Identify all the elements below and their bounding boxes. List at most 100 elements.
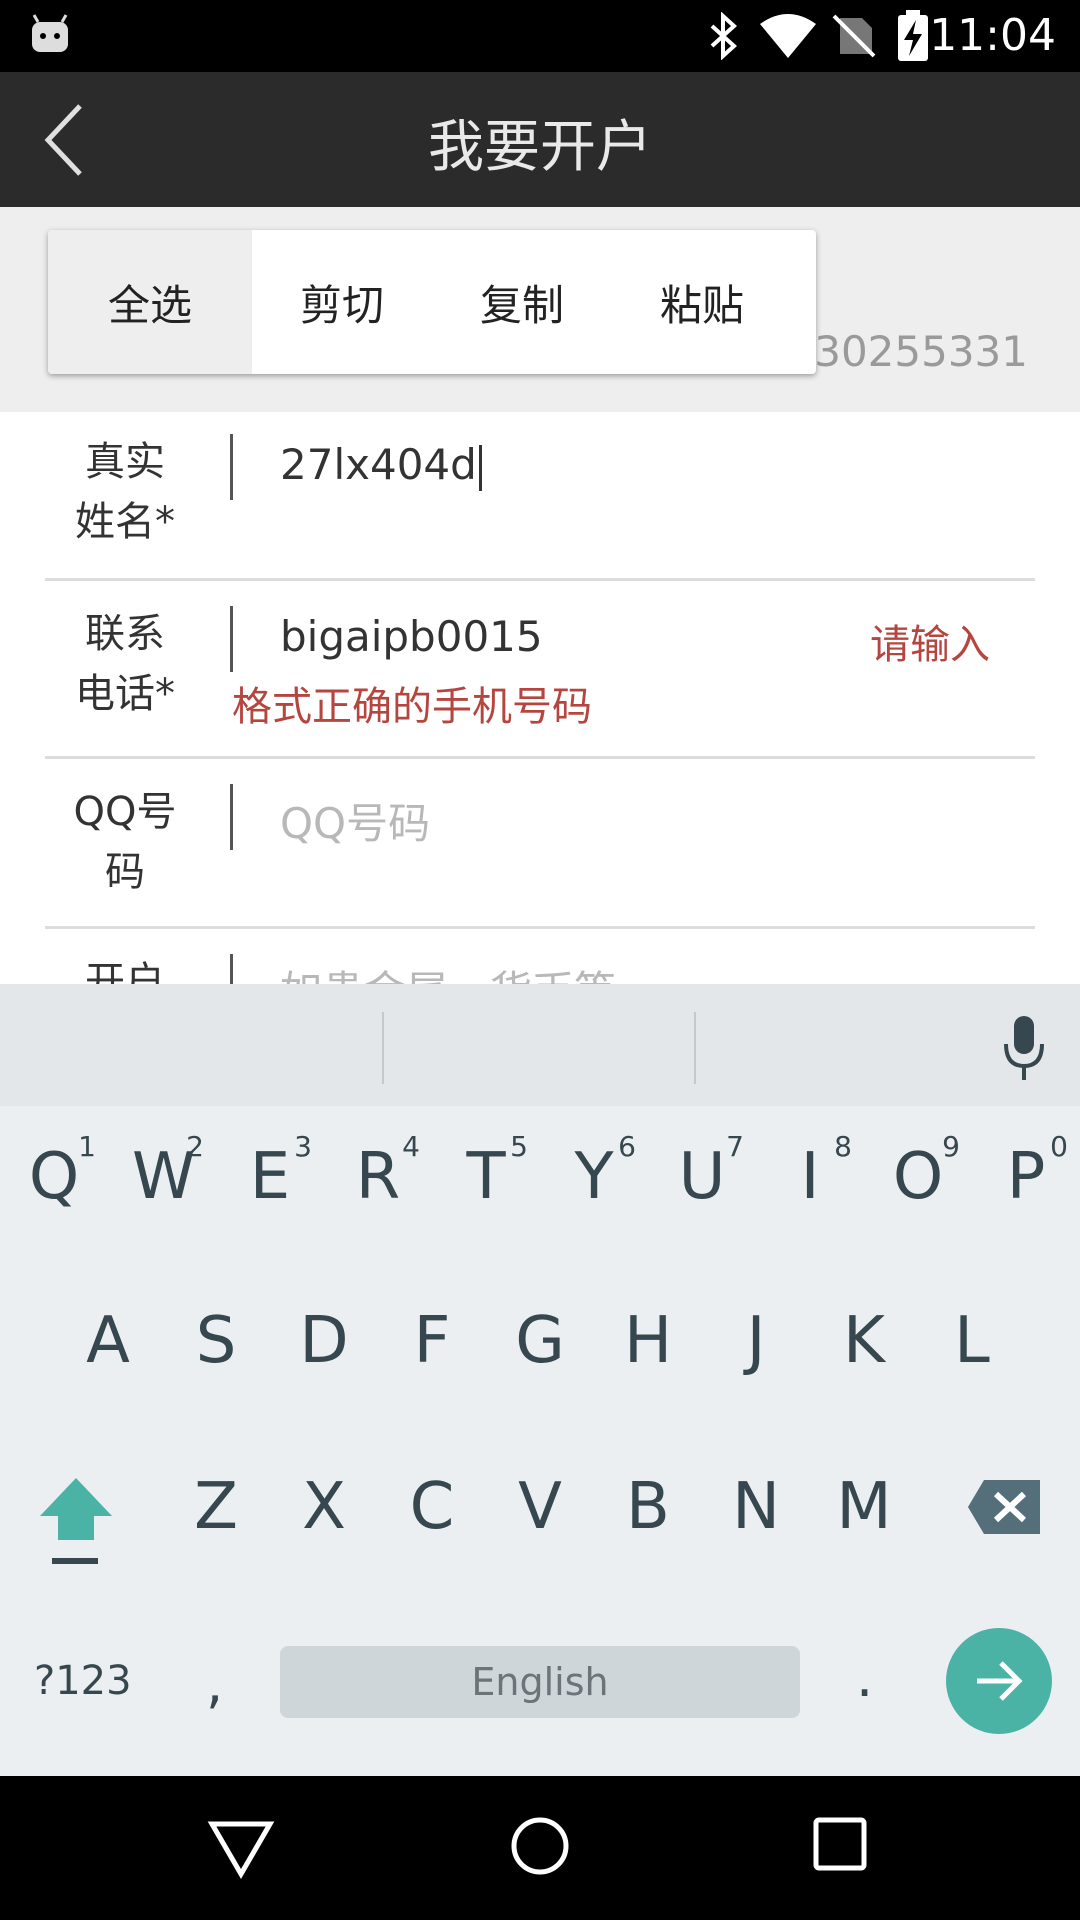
bluetooth-icon [710,12,737,60]
phone-label-line1: 联系 [85,611,165,657]
cut-button[interactable]: 剪切 [252,230,432,374]
key-x[interactable]: X [294,1470,354,1544]
select-all-button[interactable]: 全选 [48,230,252,374]
key-k[interactable]: K [834,1304,894,1378]
space-key[interactable]: English [280,1646,800,1718]
status-bar: 11:04 [0,0,1080,72]
key-o-label: O [892,1140,944,1214]
text-selection-menu: 全选 剪切 复制 粘贴 [48,230,816,374]
divider [230,606,233,672]
key-m-label: M [836,1470,892,1544]
account-form: 真实 姓名* 27lx404d 联系 电话* bigaipb0015 请输入 格… [0,412,1080,984]
divider [230,434,233,500]
key-j[interactable]: J [726,1304,786,1378]
back-nav-icon[interactable] [206,1816,276,1880]
key-p-label: P [1006,1140,1046,1214]
qq-label-line2: 码 [105,849,145,895]
key-y[interactable]: Y6 [564,1130,636,1214]
name-input[interactable]: 27lx404d [280,440,482,491]
key-s[interactable]: S [186,1304,246,1378]
divider [230,784,233,850]
shift-icon[interactable] [36,1474,116,1568]
copy-button[interactable]: 复制 [432,230,612,374]
key-l[interactable]: L [942,1304,1002,1378]
key-l-label: L [954,1304,990,1378]
key-p[interactable]: P0 [996,1130,1068,1214]
enter-key[interactable] [946,1628,1052,1734]
suggestion-divider [382,1012,384,1084]
key-g[interactable]: G [510,1304,570,1378]
key-g-label: G [515,1304,565,1378]
battery-charging-icon [898,10,928,61]
key-d[interactable]: D [294,1304,354,1378]
recents-nav-icon[interactable] [812,1816,868,1872]
account-type-label: 开户 [50,952,200,984]
qq-input[interactable]: QQ号码 [280,790,430,851]
key-n-label: N [732,1470,780,1544]
key-f[interactable]: F [402,1304,462,1378]
key-i[interactable]: I8 [780,1130,852,1214]
key-u[interactable]: U7 [672,1130,744,1214]
phone-error-text-cont: 格式正确的手机号码 [232,684,592,730]
row-separator [45,926,1035,929]
phone-input[interactable]: bigaipb0015 [280,612,543,661]
key-u-label: U [678,1140,726,1214]
key-e[interactable]: E3 [240,1130,312,1214]
name-label: 真实 姓名* [50,432,200,552]
key-c-label: C [409,1470,455,1544]
key-w[interactable]: W2 [132,1130,204,1214]
key-v[interactable]: V [510,1470,570,1544]
key-o[interactable]: O9 [888,1130,960,1214]
period-key[interactable]: . [856,1646,873,1709]
no-sim-icon [832,14,876,58]
key-x-label: X [302,1470,346,1544]
page-title: 我要开户 [428,115,652,180]
symbols-key[interactable]: ?123 [34,1658,132,1704]
key-s-label: S [195,1304,237,1378]
key-i-label: I [800,1140,820,1214]
key-c[interactable]: C [402,1470,462,1544]
app-header: 我要开户 [0,72,1080,207]
account-type-label-line1: 开户 [85,959,165,984]
key-o-hint: 9 [942,1130,960,1163]
key-h[interactable]: H [618,1304,678,1378]
key-r[interactable]: R4 [348,1130,420,1214]
key-p-hint: 0 [1050,1130,1068,1163]
key-b[interactable]: B [618,1470,678,1544]
key-n[interactable]: N [726,1470,786,1544]
key-q-hint: 1 [78,1130,96,1163]
key-b-label: B [626,1470,670,1544]
key-k-label: K [843,1304,885,1378]
key-w-hint: 2 [186,1130,204,1163]
microphone-icon[interactable] [998,1014,1050,1086]
key-z-label: Z [194,1470,238,1544]
wifi-icon [760,14,816,58]
phone-label: 联系 电话* [50,604,200,724]
key-r-hint: 4 [402,1130,420,1163]
key-t[interactable]: T5 [456,1130,528,1214]
key-t-label: T [466,1140,506,1214]
key-m[interactable]: M [834,1470,894,1544]
backspace-icon[interactable] [966,1478,1042,1536]
key-h-label: H [623,1304,673,1378]
key-z[interactable]: Z [186,1470,246,1544]
key-f-label: F [413,1304,451,1378]
comma-key[interactable]: , [206,1652,223,1715]
key-j-label: J [746,1304,766,1378]
android-icon [32,14,68,52]
account-type-input[interactable]: 如贵金属、货币等 [280,958,616,984]
suggestion-divider [694,1012,696,1084]
navigation-bar [0,1776,1080,1920]
paste-button[interactable]: 粘贴 [612,230,792,374]
row-separator [45,756,1035,759]
arrow-right-icon [977,1661,1023,1701]
key-y-label: Y [574,1140,614,1214]
partial-number-text: 330255331 [787,327,1029,376]
key-q[interactable]: Q1 [24,1130,96,1214]
key-e-hint: 3 [294,1130,312,1163]
suggestion-strip [0,984,1080,1106]
name-input-value: 27lx404d [280,440,477,489]
home-nav-icon[interactable] [508,1814,572,1878]
divider [230,954,233,984]
key-a[interactable]: A [78,1304,138,1378]
